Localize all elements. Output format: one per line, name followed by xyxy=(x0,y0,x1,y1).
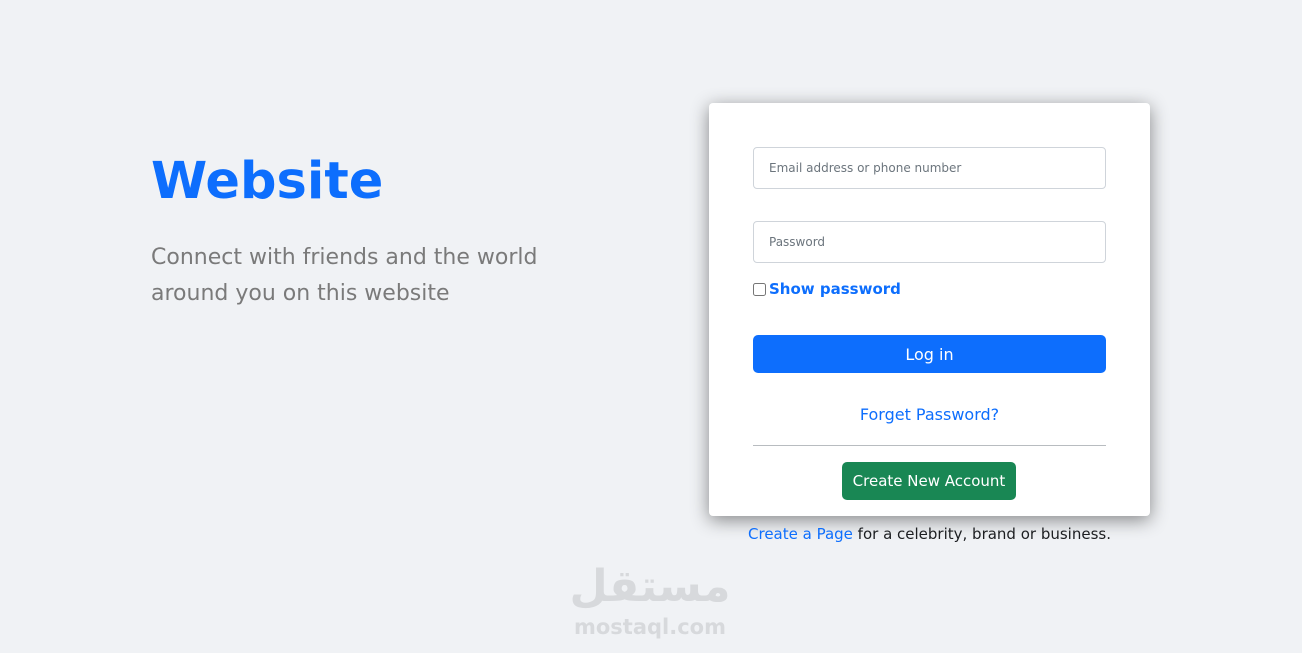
watermark-logo: مستقل mostaql.com xyxy=(560,560,740,640)
brand-title: Website xyxy=(151,152,384,211)
create-page-note: Create a Page for a celebrity, brand or … xyxy=(709,525,1150,543)
create-page-link[interactable]: Create a Page xyxy=(748,525,853,543)
show-password-checkbox[interactable] xyxy=(753,282,766,296)
forget-password-link[interactable]: Forget Password? xyxy=(753,405,1106,424)
email-input[interactable] xyxy=(753,147,1106,189)
brand-tagline: Connect with friends and the world aroun… xyxy=(151,245,538,306)
show-password-label[interactable]: Show password xyxy=(769,280,901,298)
create-account-button[interactable]: Create New Account xyxy=(842,462,1016,500)
watermark-arabic: مستقل xyxy=(569,561,731,612)
create-page-text: for a celebrity, brand or business. xyxy=(852,525,1111,543)
divider xyxy=(753,445,1106,446)
show-password-row: Show password xyxy=(753,280,901,298)
login-card: Show password Log in Forget Password? Cr… xyxy=(709,103,1150,516)
password-input[interactable] xyxy=(753,221,1106,263)
login-button[interactable]: Log in xyxy=(753,335,1106,373)
brand-section: Website Connect with friends and the wor… xyxy=(151,150,571,312)
watermark-latin: mostaql.com xyxy=(574,615,726,639)
